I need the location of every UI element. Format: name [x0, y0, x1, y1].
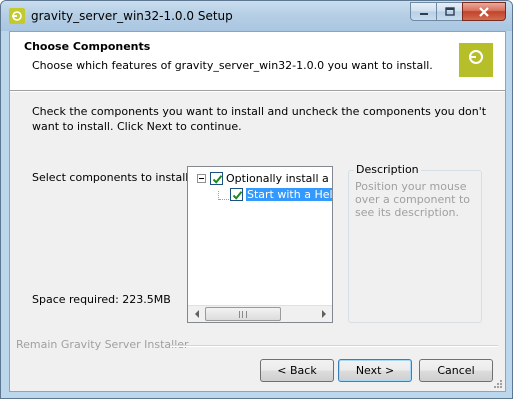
minimize-icon [419, 12, 428, 15]
minimize-button[interactable] [410, 2, 436, 21]
description-legend: Description [354, 163, 421, 176]
page-title: Choose Components [24, 40, 151, 53]
client-area: Choose Components Choose which features … [9, 31, 506, 392]
maximize-button[interactable] [436, 2, 462, 21]
next-button[interactable]: Next > [338, 359, 412, 382]
arrow-right-icon [321, 310, 326, 318]
checkmark-icon [232, 190, 243, 200]
select-components-label: Select components to install: [32, 171, 193, 184]
checkmark-icon [212, 174, 223, 184]
cancel-button[interactable]: Cancel [419, 359, 493, 382]
page-subtitle: Choose which features of gravity_server_… [32, 59, 433, 72]
tree-item[interactable]: Start with a Helpo [230, 187, 332, 201]
close-icon [479, 6, 489, 17]
app-icon [9, 8, 25, 24]
tree-item-label: Optionally install a wo [226, 171, 332, 185]
footer-divider-highlight [170, 346, 498, 347]
description-text: Position your mouse over a component to … [355, 180, 471, 219]
checkbox-optional-install[interactable] [210, 171, 223, 185]
title-bar[interactable]: gravity_server_win32-1.0.0 Setup [1, 1, 512, 31]
tree-item-label: Start with a Helpo [246, 187, 332, 201]
grip-icon [239, 310, 247, 318]
scroll-right-button[interactable] [315, 306, 332, 322]
back-button[interactable]: < Back [260, 359, 334, 382]
horizontal-scrollbar[interactable] [188, 305, 332, 322]
header-panel: Choose Components Choose which features … [10, 32, 505, 90]
maximize-icon [444, 7, 455, 16]
resize-grip-icon[interactable] [493, 379, 503, 389]
instructions-text: Check the components you want to install… [32, 105, 487, 133]
arrow-left-icon [194, 310, 199, 318]
tree-connector [219, 199, 229, 200]
window-title: gravity_server_win32-1.0.0 Setup [31, 9, 233, 23]
components-tree[interactable]: Optionally install a wo Start with a Hel… [187, 166, 333, 323]
scroll-left-button[interactable] [188, 306, 205, 322]
installer-logo [459, 43, 493, 77]
branding-text: Remain Gravity Server Installer [16, 338, 189, 351]
checkbox-start-with-helper[interactable] [230, 187, 243, 201]
tree-item[interactable]: Optionally install a wo [197, 171, 332, 185]
scrollbar-thumb[interactable] [205, 307, 281, 321]
header-divider-highlight [10, 91, 505, 92]
collapse-icon[interactable] [197, 173, 206, 183]
close-button[interactable] [462, 2, 506, 21]
space-required-label: Space required: 223.5MB [32, 293, 171, 306]
installer-window: gravity_server_win32-1.0.0 Setup Choose … [0, 0, 513, 399]
caption-buttons [410, 2, 506, 21]
